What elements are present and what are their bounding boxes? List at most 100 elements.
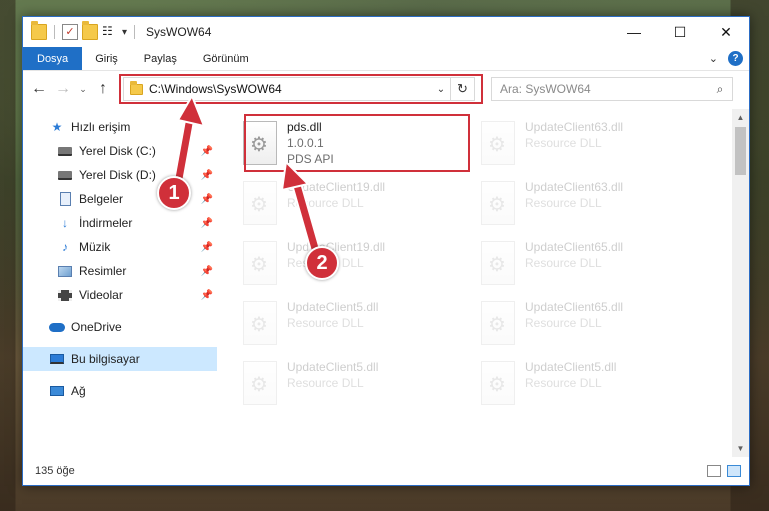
file-tile[interactable]: UpdateClient19.dllResource DLL xyxy=(243,237,469,295)
tab-view[interactable]: Görünüm xyxy=(190,47,262,70)
file-description: Resource DLL xyxy=(287,376,364,390)
tab-home[interactable]: Giriş xyxy=(82,47,131,70)
dll-file-gear-icon xyxy=(243,181,277,225)
nav-local-disk-c[interactable]: Yerel Disk (C:) 📌 xyxy=(23,139,217,163)
expand-ribbon-chevron-icon[interactable]: ⌄ xyxy=(709,52,718,65)
pin-icon[interactable]: 📌 xyxy=(201,146,213,157)
file-list: pds.dll 1.0.0.1 PDS API UpdateClient63.d… xyxy=(217,109,749,457)
up-arrow-icon[interactable]: ↑ xyxy=(93,80,113,98)
window-title: SysWOW64 xyxy=(146,25,212,39)
file-tile[interactable]: UpdateClient5.dll Resource DLL xyxy=(481,357,707,415)
file-tile[interactable]: UpdateClient5.dll Resource DLL xyxy=(243,357,469,415)
item-count: 135 öğe xyxy=(35,465,75,477)
file-description: Resource DLL xyxy=(525,136,602,150)
nav-this-pc[interactable]: Bu bilgisayar xyxy=(23,347,217,371)
tab-file[interactable]: Dosya xyxy=(23,47,83,70)
file-description: Resource DLL xyxy=(525,376,602,390)
details-view-icon[interactable] xyxy=(707,465,721,477)
dll-file-gear-icon xyxy=(481,241,515,285)
file-tile[interactable]: UpdateClient19.dll Resource DLL xyxy=(243,177,469,235)
picture-icon xyxy=(57,264,73,278)
dll-file-gear-icon xyxy=(481,361,515,405)
vertical-scrollbar[interactable]: ▲ ▼ xyxy=(732,109,749,457)
ribbon-right: ⌄ ? xyxy=(709,47,749,70)
properties-check-icon[interactable]: ✓ xyxy=(62,24,78,40)
file-name: UpdateClient5.dll xyxy=(287,360,379,374)
close-button[interactable]: ✕ xyxy=(703,17,749,47)
file-name: UpdateClient19.dll xyxy=(287,180,386,194)
recent-locations-chevron-icon[interactable]: ⌄ xyxy=(77,84,89,95)
scroll-up-icon[interactable]: ▲ xyxy=(732,109,749,126)
search-box[interactable]: Ara: SysWOW64 ⌕ xyxy=(491,77,733,101)
download-arrow-icon: ↓ xyxy=(62,216,68,230)
file-tile[interactable]: UpdateClient5.dll Resource DLL xyxy=(243,297,469,355)
search-input[interactable]: Ara: SysWOW64 xyxy=(500,82,708,96)
nav-music[interactable]: ♪ Müzik 📌 xyxy=(23,235,217,259)
dll-file-gear-icon xyxy=(243,241,277,285)
help-icon[interactable]: ? xyxy=(728,51,743,66)
file-name: UpdateClient5.dll xyxy=(287,300,379,314)
file-tile[interactable]: UpdateClient65.dll Resource DLL xyxy=(481,237,707,295)
nav-quick-access[interactable]: ★ Hızlı erişim xyxy=(23,115,217,139)
nav-label: Müzik xyxy=(79,240,111,254)
tiles-view-icon[interactable] xyxy=(727,465,741,477)
disk-icon xyxy=(57,144,73,158)
pin-icon[interactable]: 📌 xyxy=(201,242,213,253)
minimize-button[interactable]: — xyxy=(611,17,657,47)
nav-label: Videolar xyxy=(79,288,123,302)
file-tile[interactable]: UpdateClient65.dll Resource DLL xyxy=(481,297,707,355)
view-switcher xyxy=(707,465,749,477)
search-icon[interactable]: ⌕ xyxy=(708,82,732,97)
pin-icon[interactable]: 📌 xyxy=(201,218,213,229)
cloud-icon xyxy=(49,320,65,334)
pin-icon[interactable]: 📌 xyxy=(201,194,213,205)
customize-dropdown-icon[interactable]: ▾ xyxy=(122,27,127,38)
address-bar[interactable]: C:\Windows\SysWOW64 ⌄ ↻ xyxy=(119,74,483,104)
ribbon-tabs: Dosya Giriş Paylaş Görünüm ⌄ ? xyxy=(23,47,749,71)
address-row: ← → ⌄ ↑ C:\Windows\SysWOW64 ⌄ ↻ Ara: Sys… xyxy=(23,71,749,107)
quick-access-toolbar: ✓ ☷ ▾ xyxy=(31,21,138,40)
dll-file-gear-icon xyxy=(243,361,277,405)
file-description: Resource DLL xyxy=(525,256,602,270)
pin-icon[interactable]: 📌 xyxy=(201,266,213,277)
file-name: UpdateClient65.dll xyxy=(525,240,624,254)
navigation-pane: ★ Hızlı erişim Yerel Disk (C:) 📌 Yerel D… xyxy=(23,109,217,457)
nav-label: Bu bilgisayar xyxy=(71,352,140,366)
folder-icon xyxy=(31,21,47,40)
nav-label: İndirmeler xyxy=(79,216,133,230)
nav-network[interactable]: Ağ xyxy=(23,379,217,403)
video-film-icon xyxy=(57,288,73,302)
file-description: Resource DLL xyxy=(287,196,364,210)
nav-label: Hızlı erişim xyxy=(71,120,131,134)
back-arrow-icon[interactable]: ← xyxy=(29,80,49,98)
nav-label: Belgeler xyxy=(79,192,124,206)
network-icon xyxy=(49,384,65,398)
nav-label: Yerel Disk (C:) xyxy=(79,144,156,158)
nav-videos[interactable]: Videolar 📌 xyxy=(23,283,217,307)
disk-icon xyxy=(57,168,73,182)
nav-label: Yerel Disk (D:) xyxy=(79,168,156,182)
view-menu-icon[interactable]: ☷ xyxy=(102,24,118,40)
nav-label: Ağ xyxy=(71,384,86,398)
file-tile[interactable]: UpdateClient63.dll Resource DLL xyxy=(481,117,707,175)
computer-icon xyxy=(49,352,65,366)
scroll-down-icon[interactable]: ▼ xyxy=(732,440,749,457)
maximize-button[interactable]: ☐ xyxy=(657,17,703,47)
new-folder-icon[interactable] xyxy=(82,21,98,40)
nav-downloads[interactable]: ↓ İndirmeler 📌 xyxy=(23,211,217,235)
pin-icon[interactable]: 📌 xyxy=(201,170,213,181)
document-icon xyxy=(57,192,73,206)
nav-pictures[interactable]: Resimler 📌 xyxy=(23,259,217,283)
forward-arrow-icon[interactable]: → xyxy=(53,80,73,98)
nav-label: OneDrive xyxy=(71,320,122,334)
step-2-badge: 2 xyxy=(305,246,339,280)
nav-onedrive[interactable]: OneDrive xyxy=(23,315,217,339)
file-description: Resource DLL xyxy=(287,316,364,330)
file-description: Resource DLL xyxy=(525,316,602,330)
file-tile[interactable]: UpdateClient63.dll Resource DLL xyxy=(481,177,707,235)
pin-icon[interactable]: 📌 xyxy=(201,290,213,301)
tab-share[interactable]: Paylaş xyxy=(131,47,190,70)
music-note-icon: ♪ xyxy=(62,240,68,254)
scroll-thumb[interactable] xyxy=(735,127,746,175)
dll-file-gear-icon xyxy=(243,301,277,345)
